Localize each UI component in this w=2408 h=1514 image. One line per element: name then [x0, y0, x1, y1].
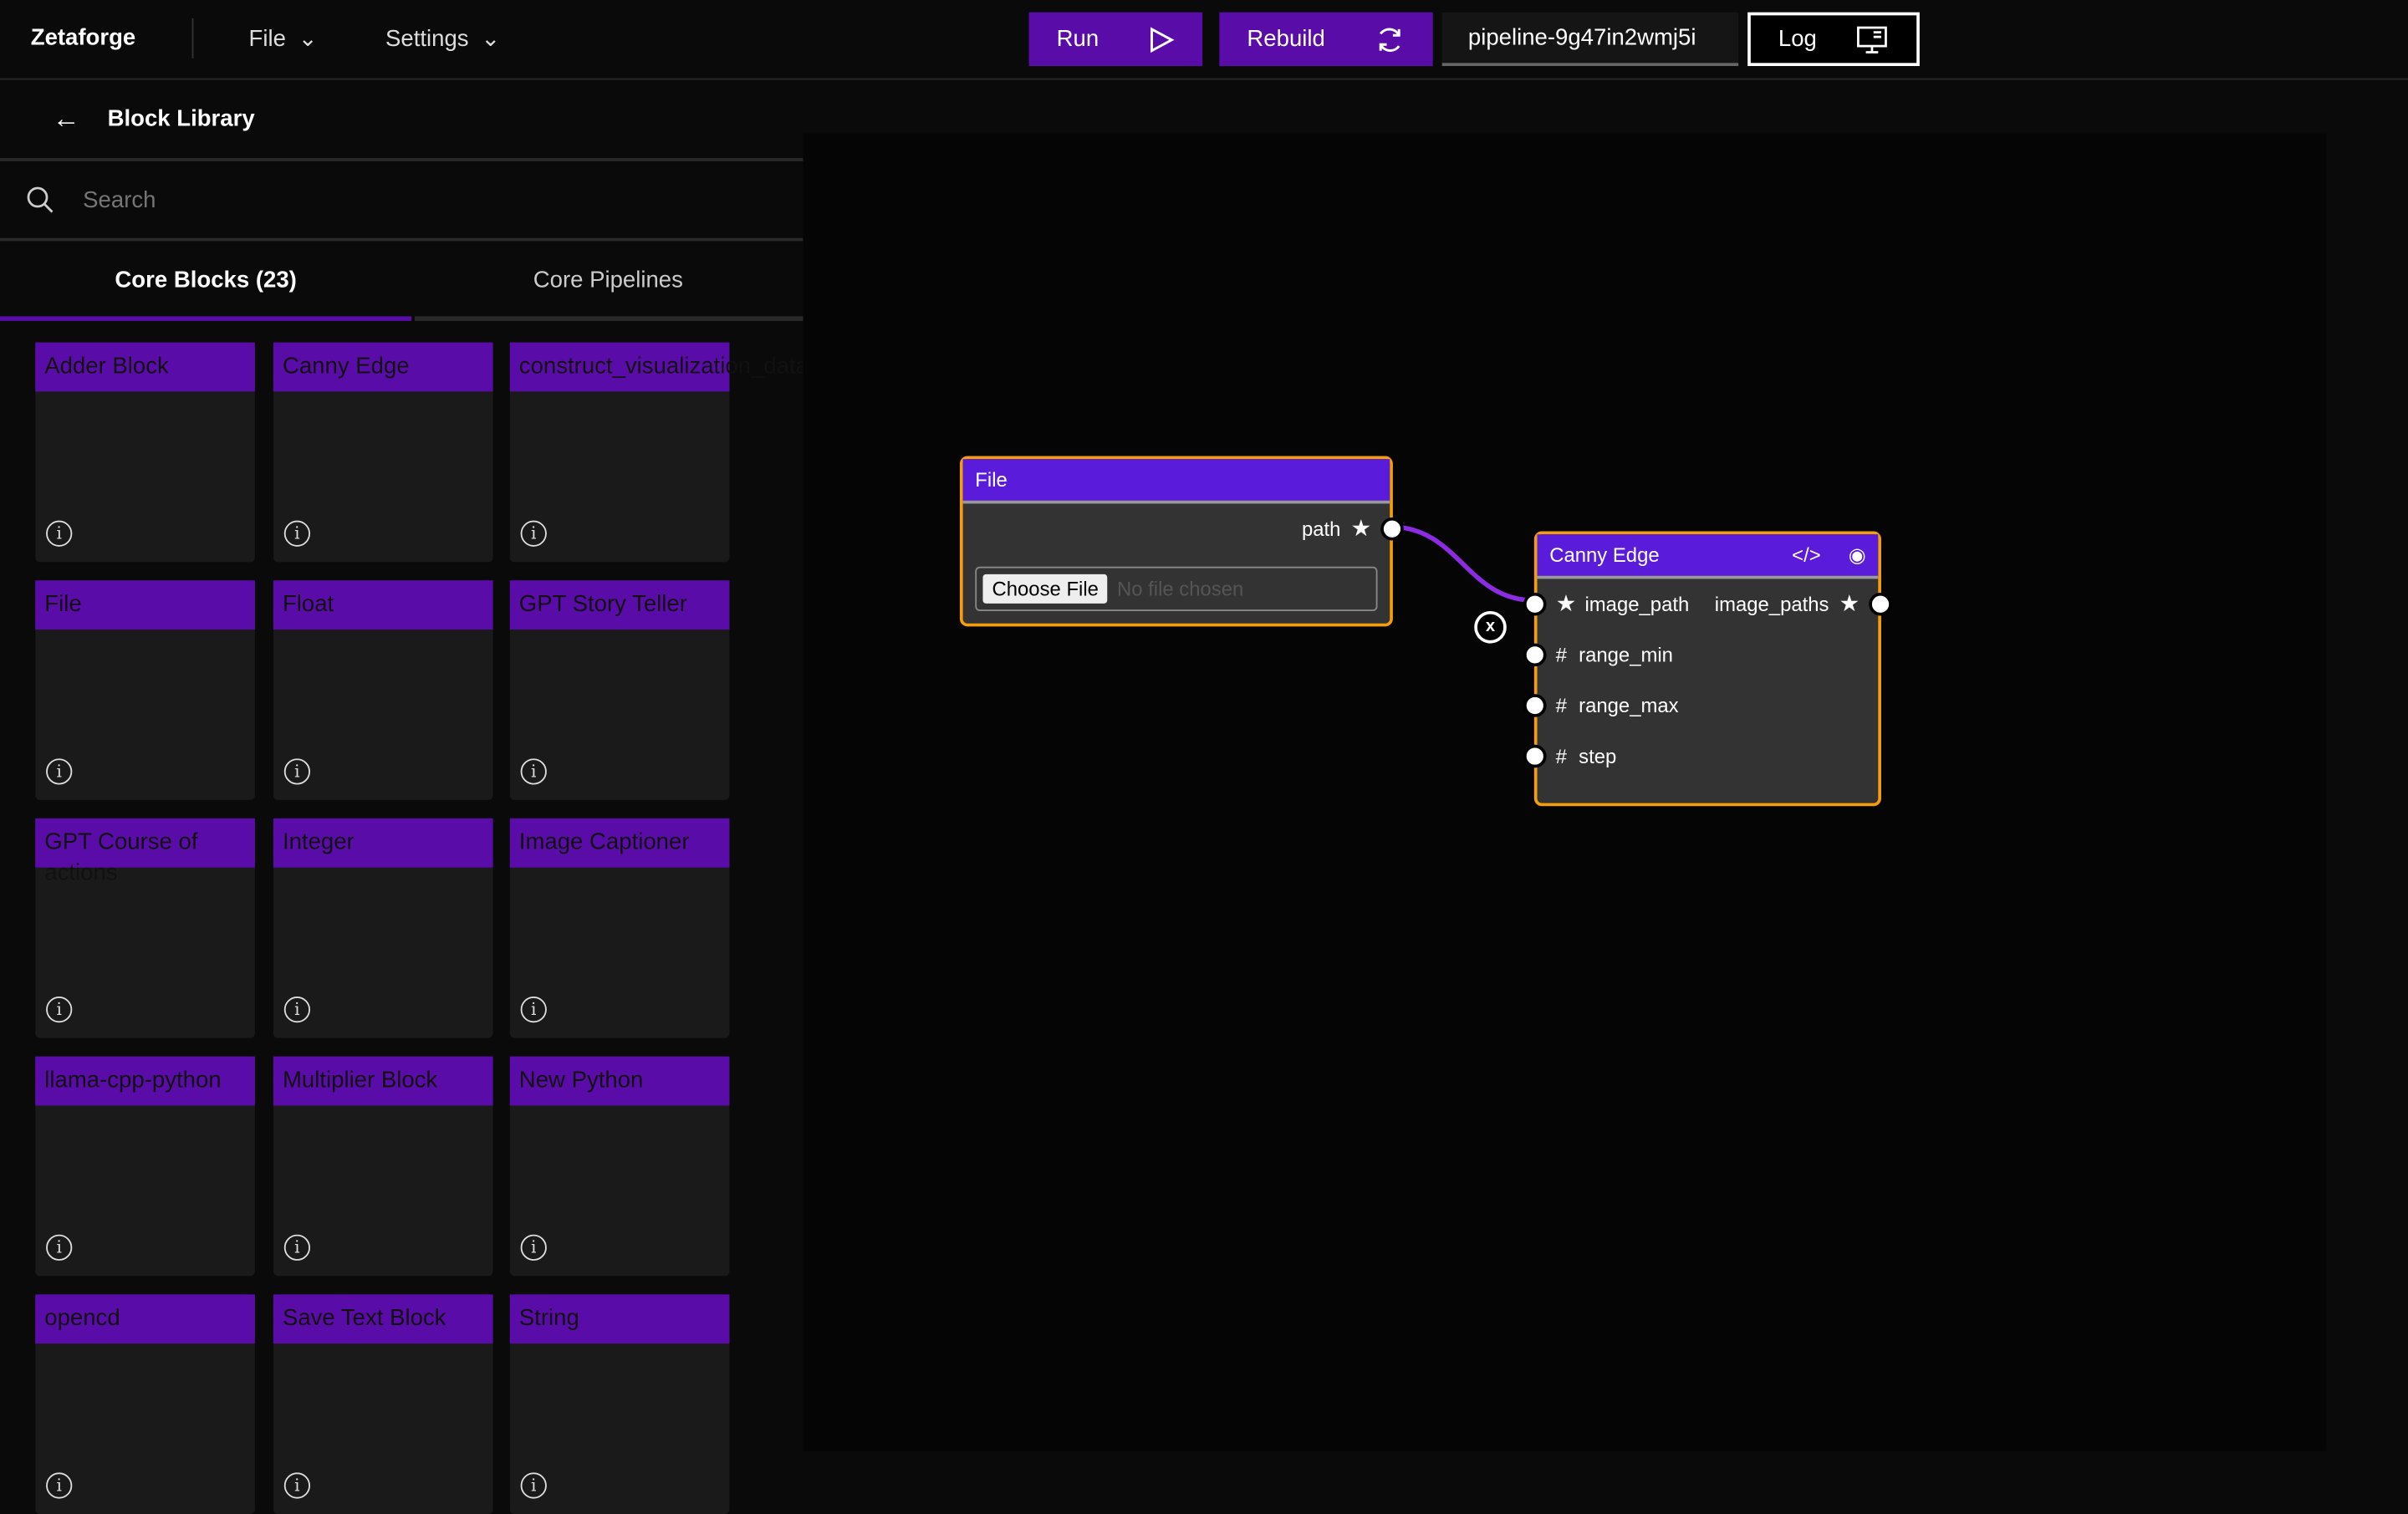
input-label: image_path [1584, 592, 1690, 616]
code-icon[interactable]: </> [1792, 543, 1821, 567]
choose-file-button[interactable]: Choose File [982, 573, 1108, 604]
star-icon: ★ [1839, 591, 1860, 618]
output-port[interactable] [1380, 517, 1404, 541]
output-label: path [1301, 517, 1341, 541]
edge-connection [1390, 524, 1534, 603]
input-label: range_min [1579, 643, 1673, 667]
number-icon: # [1555, 744, 1567, 768]
star-icon: ★ [1555, 591, 1577, 618]
node-header: File [962, 459, 1390, 504]
file-status: No file chosen [1116, 577, 1244, 601]
input-label: step [1579, 744, 1617, 768]
input-port[interactable] [1523, 694, 1547, 717]
node-title: File [975, 468, 1008, 492]
node-title: Canny Edge [1549, 543, 1660, 567]
input-port[interactable] [1523, 744, 1547, 768]
file-node[interactable]: File path ★ Choose File No file chosen [959, 456, 1404, 627]
input-port[interactable] [1523, 592, 1547, 616]
eye-icon[interactable]: ◉ [1849, 543, 1866, 567]
canny-edge-node[interactable]: Canny Edge </> ◉ ★ image_path image_paths … [1523, 531, 1892, 807]
file-input[interactable]: Choose File No file chosen [975, 566, 1378, 612]
input-label: range_max [1579, 694, 1679, 717]
output-port[interactable] [1869, 592, 1892, 616]
input-port[interactable] [1523, 643, 1547, 667]
star-icon: ★ [1350, 516, 1372, 543]
node-header: Canny Edge </> ◉ [1537, 534, 1879, 579]
number-icon: # [1555, 643, 1567, 667]
number-icon: # [1555, 694, 1567, 717]
output-label: image_paths [1714, 592, 1829, 616]
delete-edge-button[interactable]: x [1474, 611, 1507, 644]
